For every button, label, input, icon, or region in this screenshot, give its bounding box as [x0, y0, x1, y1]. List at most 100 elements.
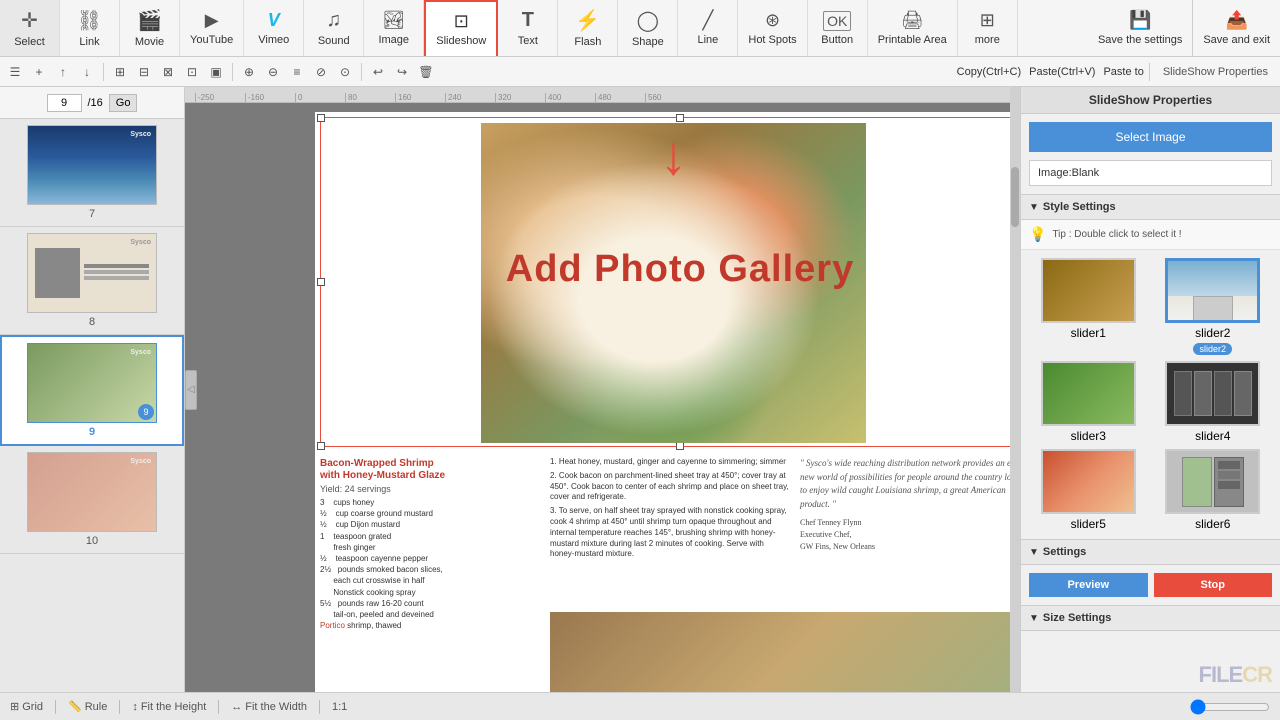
text-icon: T: [522, 9, 534, 32]
tb2-grid5-btn[interactable]: ▣: [205, 61, 227, 83]
handle-bc[interactable]: [676, 442, 684, 450]
slideshow-icon: ⊡: [454, 11, 469, 32]
tb2-align1-btn[interactable]: ≡: [286, 61, 308, 83]
main-layout: /16 Go Sysco 7: [0, 87, 1280, 692]
slider-thumb-4[interactable]: slider4: [1154, 361, 1273, 443]
handle-bl[interactable]: [317, 442, 325, 450]
toolbar-sound[interactable]: ♫ Sound: [304, 0, 364, 56]
toolbar-button[interactable]: OK Button: [808, 0, 868, 56]
toolbar-more[interactable]: ⊞ more: [958, 0, 1018, 56]
toolbar-flash[interactable]: ⚡ Flash: [558, 0, 618, 56]
stop-button[interactable]: Stop: [1154, 573, 1273, 597]
vimeo-icon: V: [268, 10, 280, 31]
fit-width-label: Fit the Width: [245, 701, 307, 713]
fit-width-btn[interactable]: ↔ Fit the Width: [231, 701, 307, 713]
tb2-grid1-btn[interactable]: ⊞: [109, 61, 131, 83]
tb2-align3-btn[interactable]: ⊙: [334, 61, 356, 83]
toolbar-hotspots[interactable]: ⊛ Hot Spots: [738, 0, 807, 56]
fit-height-btn[interactable]: ↕ Fit the Height: [132, 701, 206, 713]
select-image-button[interactable]: Select Image: [1029, 122, 1272, 152]
tb2-grid2-btn[interactable]: ⊟: [133, 61, 155, 83]
toolbar-select-label: Select: [14, 36, 45, 48]
toolbar-save-exit[interactable]: 📤 Save and exit: [1192, 0, 1280, 56]
toolbar-shape[interactable]: ◯ Shape: [618, 0, 678, 56]
tb2-up-btn[interactable]: ↑: [52, 61, 74, 83]
rule-toggle[interactable]: 📏 Rule: [68, 700, 107, 713]
toolbar-printable-label: Printable Area: [878, 34, 947, 46]
style-settings-header[interactable]: ▼ Style Settings: [1021, 194, 1280, 220]
slide-item-8[interactable]: Sysco 8: [0, 227, 184, 335]
toolbar-printable[interactable]: 🖨 Printable Area: [868, 0, 958, 56]
save-settings-label: Save the settings: [1098, 34, 1182, 46]
slider-thumb-5[interactable]: slider5: [1029, 449, 1148, 531]
tb2-sep2: [232, 63, 233, 81]
red-arrow: ↓: [660, 128, 688, 183]
toolbar-select[interactable]: ✛ Select: [0, 0, 60, 56]
slider-thumb-1[interactable]: slider1: [1029, 258, 1148, 355]
image-selection-box[interactable]: ↓ Add Photo Gallery: [320, 117, 1020, 447]
slide-num-7: 7: [89, 208, 95, 220]
toolbar-text[interactable]: T Text: [498, 0, 558, 56]
toolbar-line[interactable]: ╱ Line: [678, 0, 738, 56]
tb2-down-btn[interactable]: ↓: [76, 61, 98, 83]
vertical-scrollbar[interactable]: [1010, 87, 1020, 692]
slide-item-7[interactable]: Sysco 7: [0, 119, 184, 227]
paste-to-label[interactable]: Paste to: [1103, 66, 1143, 78]
preview-button[interactable]: Preview: [1029, 573, 1148, 597]
toolbar-image[interactable]: 🏞 Image: [364, 0, 424, 56]
toolbar-slideshow[interactable]: ⊡ Slideshow: [424, 0, 498, 56]
page-canvas[interactable]: ↓ Add Photo Gallery Bacon-Wrapped Shrimp…: [315, 112, 1020, 692]
tb2-copy-format-btn[interactable]: ⊕: [238, 61, 260, 83]
tb2-grid4-btn[interactable]: ⊡: [181, 61, 203, 83]
scroll-thumb[interactable]: [1011, 167, 1019, 227]
slideshow-props-label: SlideShow Properties: [1155, 66, 1276, 78]
slide-nav: /16 Go: [0, 87, 184, 119]
tb2-grid3-btn[interactable]: ⊠: [157, 61, 179, 83]
quote-open: ": [800, 458, 804, 468]
slider-thumb-2[interactable]: slider2 slider2: [1154, 258, 1273, 355]
tb2-menu-btn[interactable]: ☰: [4, 61, 26, 83]
tb2-align2-btn[interactable]: ⊘: [310, 61, 332, 83]
tb2-redo-btn[interactable]: ↪: [391, 61, 413, 83]
ingredient-7: Nonstick cooking spray: [320, 587, 540, 598]
slide-number-input[interactable]: [47, 94, 82, 112]
toolbar-line-label: Line: [697, 34, 718, 46]
size-settings-header[interactable]: ▼ Size Settings: [1021, 605, 1280, 631]
status-sep1: [55, 700, 56, 714]
fit-height-label: Fit the Height: [141, 701, 206, 713]
tb2-undo-btn[interactable]: ↩: [367, 61, 389, 83]
tb2-add-btn[interactable]: +: [28, 61, 50, 83]
toolbar-youtube[interactable]: ▶ YouTube: [180, 0, 244, 56]
tb2-copy-paste-area: Copy(Ctrl+C) Paste(Ctrl+V) Paste to: [957, 66, 1144, 78]
grid-toggle[interactable]: ⊞ Grid: [10, 700, 43, 713]
resize-handle[interactable]: ◁: [185, 370, 197, 410]
tb2-delete-btn[interactable]: 🗑: [415, 61, 437, 83]
handle-tc[interactable]: [676, 114, 684, 122]
save-settings-icon: 💾: [1129, 10, 1151, 31]
go-button[interactable]: Go: [109, 94, 138, 112]
slide-item-9[interactable]: Sysco 9 9: [0, 335, 184, 446]
filecr-area: FILECR: [1021, 658, 1280, 692]
slide8-logo: Sysco: [130, 239, 151, 246]
toolbar-movie[interactable]: 🎬 Movie: [120, 0, 180, 56]
paste-label[interactable]: Paste(Ctrl+V): [1029, 66, 1095, 78]
slider-thumb-3[interactable]: slider3: [1029, 361, 1148, 443]
settings-section-header[interactable]: ▼ Settings: [1021, 539, 1280, 565]
slider-thumb-6[interactable]: slider6: [1154, 449, 1273, 531]
copy-label[interactable]: Copy(Ctrl+C): [957, 66, 1021, 78]
toolbar-slideshow-label: Slideshow: [436, 35, 486, 47]
canvas-area[interactable]: -250 -160 0 80 160 240 320 400 480 560: [185, 87, 1020, 692]
toolbar-vimeo[interactable]: V Vimeo: [244, 0, 304, 56]
zoom-slider[interactable]: [1190, 699, 1270, 715]
tb2-sep3: [361, 63, 362, 81]
style-settings-chevron: ▼: [1029, 202, 1039, 213]
recipe-steps-col: 1. Heat honey, mustard, ginger and cayen…: [550, 457, 790, 560]
ingredient-3: ½ cup Dijon mustard: [320, 519, 540, 530]
toolbar-link-label: Link: [79, 36, 99, 48]
select-icon: ✛: [21, 8, 38, 33]
toolbar-link[interactable]: ⛓ Link: [60, 0, 120, 56]
tb2-paste-format-btn[interactable]: ⊖: [262, 61, 284, 83]
toolbar-save-settings[interactable]: 💾 Save the settings: [1088, 0, 1192, 56]
slide-item-10[interactable]: Sysco 10: [0, 446, 184, 554]
handle-tl[interactable]: [317, 114, 325, 122]
